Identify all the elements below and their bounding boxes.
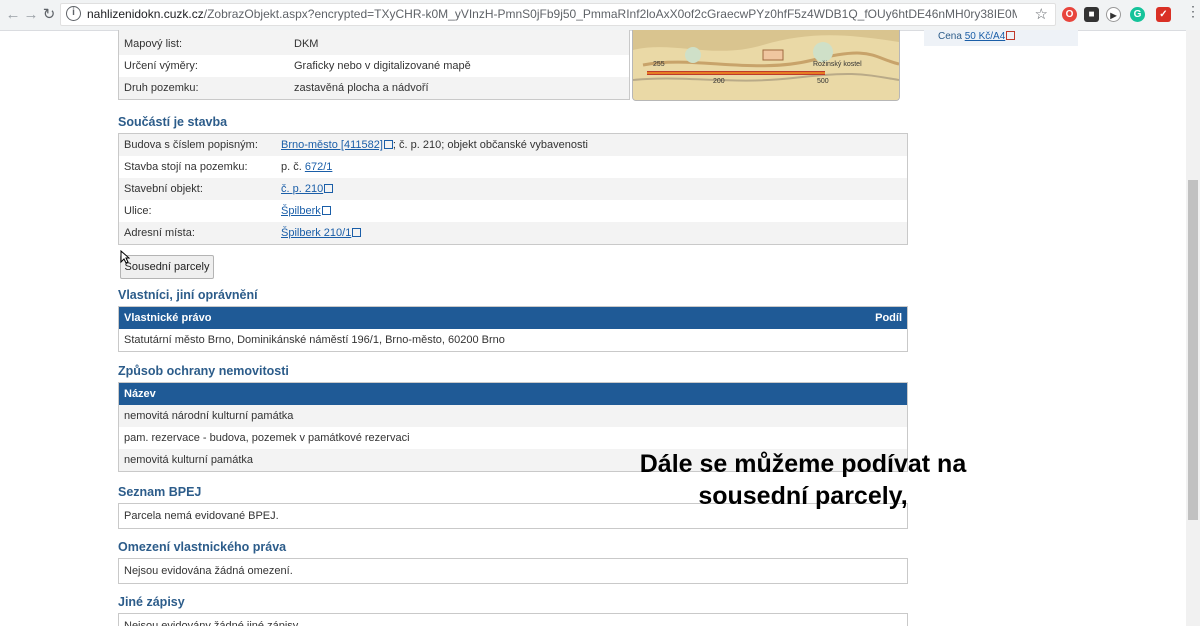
row-label: Ulice: <box>124 205 152 217</box>
price-label: Cena <box>938 31 962 42</box>
row-value: Graficky nebo v digitalizované mapě <box>294 60 471 72</box>
building-table: Budova s číslem popisným: Brno-město [41… <box>118 133 908 245</box>
print-price-box: Cena 50 Kč/A4 <box>924 30 1078 46</box>
table-row: pam. rezervace - budova, pozemek v památ… <box>124 432 410 444</box>
map-street-label: Rožinský kostel <box>813 61 862 68</box>
section-title-bpej: Seznam BPEJ <box>118 485 202 499</box>
row-label: Druh pozemku: <box>124 82 199 94</box>
row-value: DKM <box>294 38 319 50</box>
row-label: Budova s číslem popisným: <box>124 139 258 151</box>
row-label: Určení výměry: <box>124 60 198 72</box>
building-link[interactable]: Brno-město [411582] <box>281 139 383 151</box>
column-header: Podíl <box>875 312 902 324</box>
external-link-icon <box>1006 31 1016 40</box>
extension-red-icon[interactable]: ✓ <box>1156 7 1171 22</box>
map-image: Rožinský kostel 255 200 500 <box>633 30 899 100</box>
browser-menu-icon[interactable]: ⋮ <box>1186 4 1200 18</box>
parcel-info-table: Mapový list: DKM Určení výměry: Graficky… <box>118 30 630 100</box>
external-link-icon <box>383 140 393 149</box>
row-label: Adresní místa: <box>124 227 195 239</box>
table-row: Nejsou evidovány žádné jiné zápisy. <box>124 620 301 626</box>
table-row: Statutární město Brno, Dominikánské námě… <box>124 334 505 346</box>
section-title-protection: Způsob ochrany nemovitosti <box>118 364 289 378</box>
row-value: ; č. p. 210; objekt občanské vybavenosti <box>392 139 588 151</box>
row-label: Stavební objekt: <box>124 183 203 195</box>
row-value: p. č. <box>281 161 305 173</box>
street-link[interactable]: Špilberk <box>281 205 321 217</box>
row-label: Stavba stojí na pozemku: <box>124 161 248 173</box>
table-row: Ulice: Špilberk <box>119 200 907 222</box>
external-link-icon <box>352 228 362 237</box>
table-row: Adresní místa: Špilberk 210/1 <box>119 222 907 244</box>
extension-play-icon[interactable]: ▶ <box>1106 7 1121 22</box>
reload-icon[interactable]: ↻ <box>40 6 58 24</box>
extension-opera-icon[interactable]: O <box>1062 7 1077 22</box>
external-link-icon <box>324 184 334 193</box>
bookmark-star-icon[interactable]: ☆ <box>1035 5 1048 23</box>
browser-toolbar: ← → ↻ i nahlizenidokn.cuzk.cz/ZobrazObje… <box>0 0 1200 31</box>
video-caption: Dále se můžeme podívat na sousední parce… <box>560 448 1046 512</box>
table-row: Určení výměry: Graficky nebo v digitaliz… <box>119 55 629 77</box>
address-link[interactable]: Špilberk 210/1 <box>281 227 351 239</box>
forward-icon[interactable]: → <box>22 6 40 24</box>
neighbor-parcels-button[interactable]: Sousední parcely <box>120 255 214 279</box>
section-title-other: Jiné zápisy <box>118 595 185 609</box>
table-row: Mapový list: DKM <box>119 33 629 55</box>
scrollbar-thumb[interactable] <box>1188 180 1198 520</box>
extension-dark-icon[interactable]: ■ <box>1084 7 1099 22</box>
url-text: nahlizenidokn.cuzk.cz/ZobrazObjekt.aspx?… <box>87 7 1017 21</box>
address-bar[interactable]: i nahlizenidokn.cuzk.cz/ZobrazObjekt.asp… <box>60 3 1056 26</box>
table-header: Vlastnické právo Podíl <box>119 307 907 329</box>
url-host: nahlizenidokn.cuzk.cz <box>87 7 204 21</box>
column-header: Vlastnické právo <box>124 312 212 324</box>
caption-line: sousední parcely, <box>698 482 908 510</box>
restrictions-table: Nejsou evidována žádná omezení. <box>118 558 908 584</box>
page-content: Mapový list: DKM Určení výměry: Graficky… <box>0 30 1186 626</box>
parcel-link[interactable]: 672/1 <box>305 161 333 173</box>
building-object-link[interactable]: č. p. 210 <box>281 183 323 195</box>
section-title-building: Součástí je stavba <box>118 115 228 129</box>
table-row: nemovitá národní kulturní památka <box>119 405 907 427</box>
table-row: Druh pozemku: zastavěná plocha a nádvoří <box>119 77 629 99</box>
table-row: Budova s číslem popisným: Brno-město [41… <box>119 134 907 156</box>
mouse-cursor-icon <box>120 250 130 264</box>
section-title-owners: Vlastníci, jiní oprávnění <box>118 288 258 302</box>
map-scale-label: 500 <box>817 78 829 85</box>
price-link[interactable]: 50 Kč/A4 <box>965 31 1006 42</box>
table-row: Stavba stojí na pozemku: p. č. 672/1 <box>119 156 907 178</box>
row-value: zastavěná plocha a nádvoří <box>294 82 429 94</box>
site-info-icon[interactable]: i <box>66 6 81 21</box>
section-title-restrictions: Omezení vlastnického práva <box>118 540 287 554</box>
row-label: Mapový list: <box>124 38 183 50</box>
column-header: Název <box>124 388 156 400</box>
back-icon[interactable]: ← <box>4 6 22 24</box>
page-scrollbar[interactable] <box>1186 30 1200 626</box>
owners-table: Vlastnické právo Podíl Statutární město … <box>118 306 908 352</box>
external-link-icon <box>321 206 331 215</box>
table-header: Název <box>119 383 907 405</box>
map-scale-label: 200 <box>713 78 725 85</box>
parcel-map-thumbnail[interactable]: Rožinský kostel 255 200 500 <box>632 30 900 101</box>
extension-grammarly-icon[interactable]: G <box>1130 7 1145 22</box>
url-path: /ZobrazObjekt.aspx?encrypted=TXyCHR-k0M_… <box>203 7 1017 21</box>
table-row: Nejsou evidována žádná omezení. <box>124 565 293 577</box>
map-scale-label: 255 <box>653 61 665 68</box>
other-table: Nejsou evidovány žádné jiné zápisy. <box>118 613 908 626</box>
table-row: Stavební objekt: č. p. 210 <box>119 178 907 200</box>
caption-line: Dále se můžeme podívat na <box>639 450 967 478</box>
